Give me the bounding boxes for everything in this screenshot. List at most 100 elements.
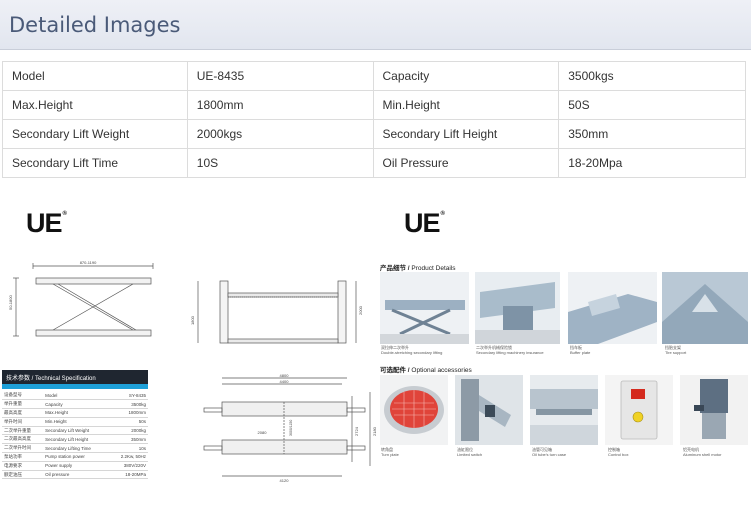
product-photo-tire-support	[662, 272, 748, 344]
dim-label: 4800	[280, 373, 290, 378]
table-row: 泵站功率 Pump station power 2.2Kw, 50Hz	[2, 452, 148, 462]
spec-cn-label: 二次举升时间	[2, 443, 44, 454]
spec-en-label: Min.Height	[43, 417, 110, 427]
plan-view-drawing: 4800 4400 2080 3000/1150 2724 2180 4120	[203, 373, 377, 483]
spec-en-label: Power supply	[43, 461, 110, 471]
thumb-caption-en: Tire support	[665, 350, 687, 355]
dim-label: 2080	[258, 430, 268, 435]
page-title: Detailed Images	[9, 13, 181, 37]
dim-label: 870-1190	[80, 260, 97, 265]
spec-value: 18-20MPa	[109, 470, 148, 480]
spec-value: 10s	[109, 443, 148, 454]
spec-value: 50S	[558, 90, 746, 120]
thumb-caption-en: Buffer plate	[570, 350, 591, 355]
table-row: 二次举升时间 Secondary Lifting Time 10s	[2, 443, 148, 454]
spec-cn-label: 最高高度	[2, 408, 44, 418]
table-row: Max.Height 1800mm Min.Height 50S	[2, 90, 746, 120]
spec-value: 3500kgs	[558, 61, 746, 91]
thumb-caption-en: Control box	[608, 452, 629, 457]
table-row: Secondary Lift Weight 2000kgs Secondary …	[2, 119, 746, 149]
spec-cn-label: 二次最高高度	[2, 434, 44, 445]
spec-label: Min.Height	[372, 90, 560, 120]
dim-label: 4400	[280, 379, 290, 384]
optional-accessories-heading: 可选配件 / Optional accessories	[380, 367, 472, 374]
spec-value: 1800mm	[109, 408, 148, 418]
spec-en-label: Oil pressure	[43, 470, 110, 480]
spec-label: Max.Height	[2, 90, 188, 120]
spec-table: Model UE-8435 Capacity 3500kgs Max.Heigh…	[2, 61, 746, 178]
table-row: 电源要求 Power supply 380V/220V	[2, 461, 148, 471]
spec-value: 350mm	[109, 434, 148, 445]
spec-en-label: Capacity	[43, 399, 110, 410]
tech-spec-title: 技术参数 / Technical Specification	[2, 370, 148, 384]
spec-en-label: Secondary Lift Weight	[43, 426, 110, 436]
spec-value: 2000kg	[109, 426, 148, 436]
product-photo-buffer-plate	[568, 272, 657, 344]
table-row: 设备型号 Model SY-8435	[2, 391, 148, 401]
table-row: 最高高度 Max.Height 1800mm	[2, 408, 148, 418]
tech-spec-table: 设备型号 Model SY-8435 举升重量 Capacity 3500kg 最高高度 Ma…	[2, 391, 148, 480]
section-header: Detailed Images	[0, 0, 751, 50]
accessory-photo-oil-tube-case	[530, 375, 598, 445]
spec-label: Oil Pressure	[372, 148, 560, 178]
spec-en-label: Pump station power	[43, 452, 110, 462]
spec-label: Capacity	[372, 61, 560, 91]
table-row: 二次举升重量 Secondary Lift Weight 2000kg	[2, 426, 148, 436]
spec-en-label: Model	[43, 391, 110, 401]
spec-value: 50s	[109, 417, 148, 427]
spec-en-label: Secondary Lifting Time	[43, 443, 110, 454]
thumb-caption-en: Secondary lifting machinery insurance	[476, 350, 544, 355]
thumb-caption-en: Limited switch	[457, 452, 483, 457]
dim-label: 3000/1150	[289, 420, 293, 436]
spec-en-label: Max.Height	[43, 408, 110, 418]
spec-en-label: Secondary Lift Height	[43, 434, 110, 445]
thumb-caption-en: Oil tube's turn case	[532, 452, 567, 457]
spec-label: Secondary Lift Weight	[2, 119, 188, 149]
spec-value: 350mm	[558, 119, 746, 149]
dim-label: 2000	[358, 305, 363, 315]
tech-spec-stripe	[2, 384, 148, 389]
dim-label: 50-1800	[8, 295, 13, 310]
spec-value: 18-20Mpa	[558, 148, 746, 178]
accessory-photo-control-box	[605, 375, 673, 445]
table-row: 额定油压 Oil pressure 18-20MPa	[2, 470, 148, 480]
spec-cn-label: 二次举升重量	[2, 426, 44, 436]
dim-label: 2724	[354, 426, 359, 436]
product-photo-secondary-lifting	[380, 272, 469, 344]
table-row: 二次最高高度 Secondary Lift Height 350mm	[2, 434, 148, 445]
spec-value: 380V/220V	[109, 461, 148, 471]
front-view-drawing: 1800 2000	[190, 280, 363, 344]
spec-value: 2000kgs	[186, 119, 374, 149]
spec-cn-label: 设备型号	[2, 391, 44, 401]
spec-label: Secondary Lift Height	[372, 119, 560, 149]
table-row: 举升时间 Min.Height 50s	[2, 417, 148, 427]
spec-cn-label: 举升时间	[2, 417, 44, 427]
spec-value: 3500kg	[109, 399, 148, 410]
dim-label: 4120	[280, 478, 290, 483]
spec-cn-label: 额定油压	[2, 470, 44, 480]
product-photo-insurance-lock	[475, 272, 560, 344]
dim-label: 2180	[372, 426, 377, 436]
table-row: Model UE-8435 Capacity 3500kgs	[2, 61, 746, 91]
side-view-drawing: 870-1190 50-1800	[8, 260, 154, 337]
accessory-photo-turn-plate	[380, 375, 448, 445]
thumb-caption-en: Turn plate	[381, 452, 399, 457]
thumb-caption-en: Double-stretching secondary lifting	[381, 350, 443, 355]
table-row: 举升重量 Capacity 3500kg	[2, 399, 148, 410]
accessory-photo-limit-switch	[455, 375, 523, 445]
spec-value: 2.2Kw, 50Hz	[109, 452, 148, 462]
brand-logo-left: UE®	[26, 208, 67, 238]
spec-value: 1800mm	[186, 90, 374, 120]
spec-value: UE-8435	[186, 61, 374, 91]
spec-cn-label: 泵站功率	[2, 452, 44, 462]
dim-label: 1800	[190, 315, 195, 325]
spec-value: 10S	[186, 148, 374, 178]
spec-label: Model	[2, 61, 188, 91]
accessory-photo-motor	[680, 375, 748, 445]
brand-logo-right: UE®	[404, 208, 445, 238]
spec-label: Secondary Lift Time	[2, 148, 188, 178]
product-details-heading: 产品细节 / Product Details	[380, 265, 456, 272]
spec-cn-label: 举升重量	[2, 399, 44, 410]
spec-value: SY-8435	[109, 391, 148, 401]
thumb-caption-en: Aluminum shell motor	[683, 452, 722, 457]
